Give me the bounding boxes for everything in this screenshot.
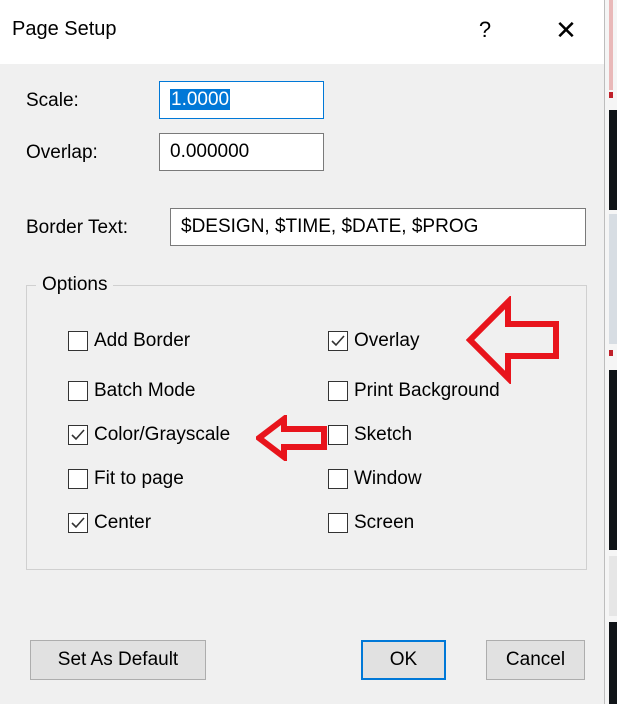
background-window-edge [605,0,617,704]
checkmark-icon [71,517,85,529]
checkbox-box[interactable] [68,425,88,445]
add-border-label: Add Border [94,330,191,351]
annotation-arrow-icon [466,296,559,384]
border-text-input[interactable]: $DESIGN, $TIME, $DATE, $PROG [170,208,586,246]
checkbox-box[interactable] [328,381,348,401]
sketch-checkbox[interactable]: Sketch [328,424,412,446]
screen-label: Screen [354,512,415,533]
ok-button[interactable]: OK [361,640,446,680]
checkbox-box[interactable] [68,469,88,489]
center-label: Center [94,512,152,533]
window-checkbox[interactable]: Window [328,468,422,490]
scale-input[interactable]: 1.0000 [159,81,324,119]
color-grayscale-label: Color/Grayscale [94,424,231,445]
cancel-button[interactable]: Cancel [486,640,585,680]
screen-checkbox[interactable]: Screen [328,512,414,534]
color-grayscale-checkbox[interactable]: Color/Grayscale [68,424,230,446]
checkmark-icon [71,429,85,441]
scale-value: 1.0000 [170,89,231,110]
overlap-label: Overlap: [26,142,98,163]
overlap-input[interactable]: 0.000000 [159,133,324,171]
sketch-label: Sketch [354,424,413,445]
options-legend: Options [36,274,114,296]
add-border-checkbox[interactable]: Add Border [68,330,190,352]
window-label: Window [354,468,422,489]
border-text-value: $DESIGN, $TIME, $DATE, $PROG [181,216,479,237]
batch-mode-checkbox[interactable]: Batch Mode [68,380,195,402]
checkbox-box[interactable] [68,513,88,533]
overlap-value: 0.000000 [170,141,250,162]
checkbox-box[interactable] [68,331,88,351]
checkbox-box[interactable] [68,381,88,401]
checkbox-box[interactable] [328,425,348,445]
overlay-label: Overlay [354,330,420,351]
checkmark-icon [331,335,345,347]
checkbox-box[interactable] [328,331,348,351]
checkbox-box[interactable] [328,513,348,533]
fit-to-page-checkbox[interactable]: Fit to page [68,468,184,490]
center-checkbox[interactable]: Center [68,512,151,534]
title-bar[interactable]: Page Setup ? ✕ [0,0,604,64]
annotation-arrow-icon [256,415,327,461]
border-text-label: Border Text: [26,217,129,238]
scale-label: Scale: [26,90,79,111]
set-as-default-button[interactable]: Set As Default [30,640,206,680]
fit-to-page-label: Fit to page [94,468,184,489]
batch-mode-label: Batch Mode [94,380,196,401]
close-button[interactable]: ✕ [548,14,584,46]
overlay-checkbox[interactable]: Overlay [328,330,419,352]
page-setup-dialog: Page Setup ? ✕ Scale: 1.0000 Overlap: 0.… [0,0,605,704]
checkbox-box[interactable] [328,469,348,489]
help-button[interactable]: ? [470,14,500,46]
dialog-title: Page Setup [12,18,117,40]
